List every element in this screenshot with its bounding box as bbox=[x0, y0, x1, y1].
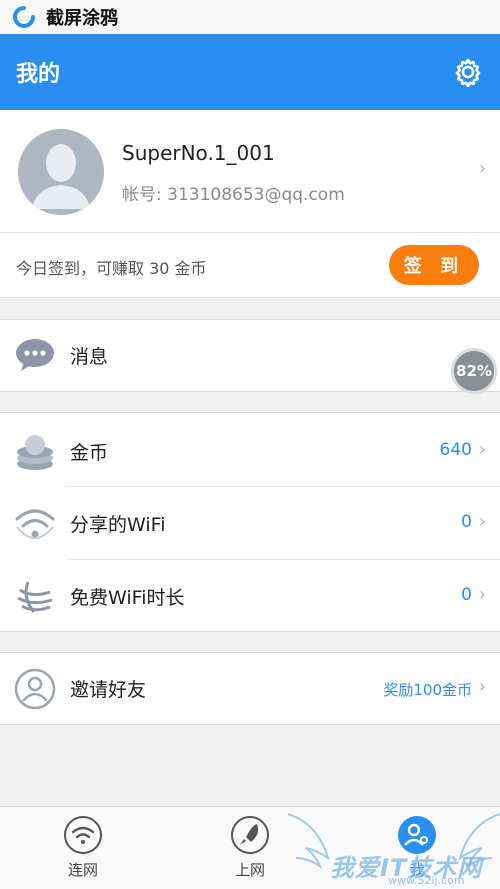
shared-wifi-value: 0 bbox=[461, 512, 472, 532]
tab-me-label: 我 bbox=[409, 861, 425, 879]
account-text: 帐号: 313108653@qq.com bbox=[122, 185, 345, 205]
coins-value: 640 bbox=[439, 440, 472, 460]
messages-row[interactable]: 消息 bbox=[0, 320, 500, 392]
profile-row[interactable]: › bbox=[0, 110, 500, 232]
tab-connect[interactable]: 连网 bbox=[33, 815, 133, 885]
wifi-circle-icon bbox=[64, 816, 102, 854]
coins-row[interactable]: 金币 640 › bbox=[0, 415, 500, 487]
tab-browse-label: 上网 bbox=[234, 861, 265, 879]
invite-section: 邀请好友 奖励100金币 › bbox=[0, 652, 500, 725]
username: SuperNo.1_001 bbox=[122, 141, 275, 165]
invite-label: 邀请好友 bbox=[70, 679, 147, 701]
messages-section: 消息 bbox=[0, 319, 500, 392]
status-bar: 截屏涂鸦 bbox=[0, 0, 500, 34]
app-title: 截屏涂鸦 bbox=[46, 8, 118, 29]
coins-label: 金币 bbox=[70, 442, 109, 464]
chevron-right-icon: › bbox=[478, 584, 486, 605]
invite-row[interactable]: 邀请好友 奖励100金币 › bbox=[0, 653, 500, 725]
settings-button[interactable] bbox=[452, 56, 484, 88]
chevron-right-icon: › bbox=[478, 511, 486, 532]
floating-progress-badge[interactable]: 82% bbox=[451, 348, 497, 394]
progress-percent: 82% bbox=[456, 362, 492, 380]
wifi-icon bbox=[15, 509, 55, 539]
free-wifi-time-row[interactable]: 免费WiFi时长 0 › bbox=[0, 560, 500, 632]
gear-icon bbox=[455, 58, 481, 87]
invite-friends-icon bbox=[14, 668, 56, 710]
free-wifi-time-value: 0 bbox=[461, 585, 472, 605]
rocket-icon bbox=[231, 816, 269, 854]
shared-wifi-label: 分享的WiFi bbox=[70, 514, 166, 536]
checkin-button[interactable]: 签 到 bbox=[389, 245, 479, 285]
tab-connect-label: 连网 bbox=[67, 861, 98, 879]
chevron-right-icon: › bbox=[478, 439, 486, 460]
page-title: 我的 bbox=[16, 62, 61, 87]
tab-browse[interactable]: 上网 bbox=[200, 815, 300, 885]
stats-section: 金币 640 › 分享的WiFi 0 › 免费WiFi时长 0 › bbox=[0, 412, 500, 632]
checkin-text: 今日签到，可赚取 30 金币 bbox=[16, 259, 207, 278]
shared-wifi-row[interactable]: 分享的WiFi 0 › bbox=[0, 487, 500, 559]
chevron-right-icon: › bbox=[478, 676, 486, 697]
coins-icon bbox=[17, 435, 53, 470]
chat-bubble-icon bbox=[16, 339, 54, 371]
chevron-right-icon: › bbox=[478, 158, 486, 179]
carrier-logo-icon bbox=[17, 581, 53, 613]
default-avatar-icon bbox=[18, 129, 104, 215]
app-bar: 我的 bbox=[0, 34, 500, 110]
avatar[interactable] bbox=[18, 129, 104, 215]
messages-label: 消息 bbox=[70, 346, 109, 368]
invite-reward: 奖励100金币 bbox=[383, 681, 472, 699]
user-circle-icon bbox=[398, 816, 436, 854]
screenshot-app-icon bbox=[13, 6, 35, 28]
tab-me[interactable]: 我 bbox=[367, 815, 467, 885]
tab-bar: 连网 上网 我 bbox=[0, 806, 500, 889]
free-wifi-time-label: 免费WiFi时长 bbox=[70, 587, 185, 609]
checkin-row: 今日签到，可赚取 30 金币 签 到 bbox=[0, 232, 500, 298]
